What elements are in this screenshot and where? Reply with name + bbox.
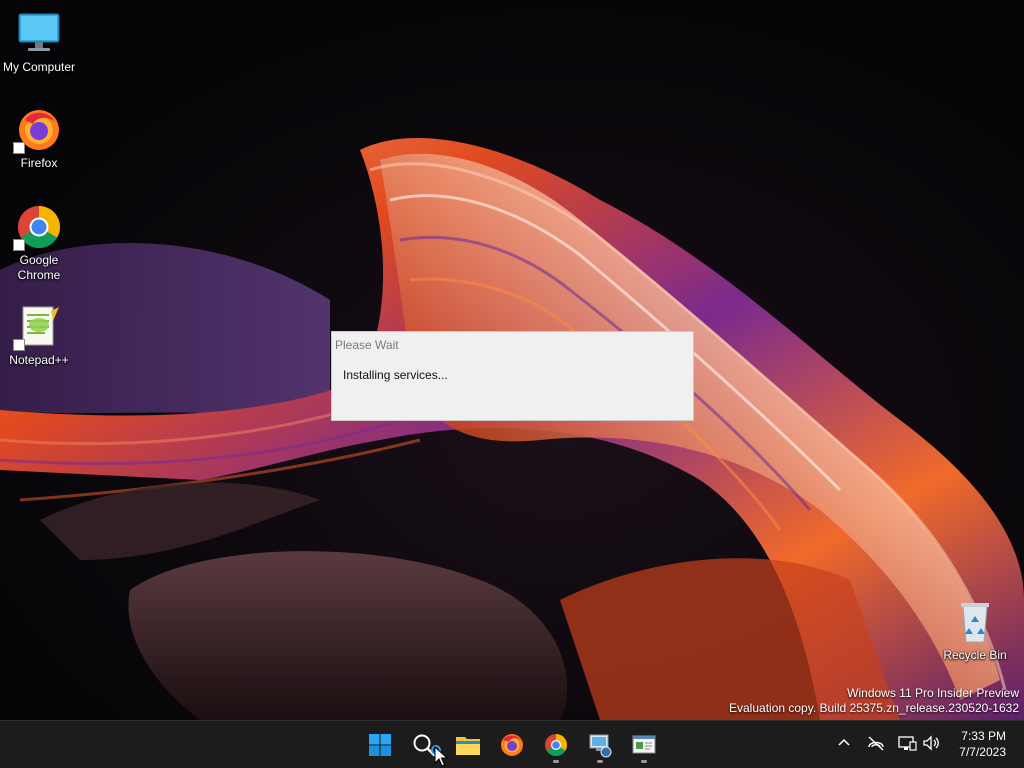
monitor-icon bbox=[18, 13, 60, 51]
desktop-icon-label: My Computer bbox=[2, 60, 76, 74]
start-windows-icon bbox=[369, 734, 391, 756]
please-wait-dialog[interactable]: Please Wait Installing services... bbox=[331, 331, 694, 421]
shortcut-arrow-icon bbox=[13, 339, 25, 351]
desktop-icon-label: Google Chrome bbox=[17, 253, 61, 282]
desktop-icon-recycle-bin[interactable]: Recycle Bin bbox=[937, 598, 1013, 663]
firefox-icon bbox=[501, 734, 523, 756]
desktop-icon-label: Notepad++ bbox=[9, 353, 69, 367]
shortcut-arrow-icon bbox=[13, 239, 25, 251]
taskbar-network-app-button[interactable] bbox=[580, 725, 620, 765]
network-disconnected-icon[interactable] bbox=[866, 733, 886, 753]
watermark-build: Evaluation copy. Build 25375.zn_release.… bbox=[729, 701, 1019, 715]
volume-icon[interactable] bbox=[921, 733, 941, 753]
display-icon[interactable] bbox=[897, 733, 917, 753]
network-manager-icon bbox=[589, 734, 612, 758]
console-window-icon bbox=[632, 735, 656, 754]
taskbar-clock[interactable]: 7:33 PM 7/7/2023 bbox=[959, 728, 1006, 760]
taskbar: 7:33 PM 7/7/2023 bbox=[0, 720, 1024, 768]
taskbar-firefox-button[interactable] bbox=[492, 725, 532, 765]
running-indicator bbox=[597, 760, 603, 763]
watermark-edition: Windows 11 Pro Insider Preview bbox=[847, 686, 1019, 700]
shortcut-arrow-icon bbox=[13, 142, 25, 154]
desktop-icon-notepad-plus-plus[interactable]: Notepad++ bbox=[1, 303, 77, 368]
windows-watermark: Windows 11 Pro Insider Preview Evaluatio… bbox=[729, 686, 1019, 716]
desktop-icon-firefox[interactable]: Firefox bbox=[1, 106, 77, 171]
desktop-icon-google-chrome[interactable]: Google Chrome bbox=[1, 203, 77, 283]
chevron-up-icon[interactable] bbox=[834, 733, 854, 753]
clock-time: 7:33 PM bbox=[961, 729, 1006, 743]
desktop-icon-label: Firefox bbox=[20, 156, 58, 170]
desktop-icon-label: Recycle Bin bbox=[943, 648, 1007, 662]
dialog-message: Installing services... bbox=[343, 368, 448, 382]
running-indicator bbox=[641, 760, 647, 763]
mouse-cursor-icon bbox=[434, 746, 448, 767]
taskbar-file-explorer-button[interactable] bbox=[448, 725, 488, 765]
taskbar-start-button[interactable] bbox=[360, 725, 400, 765]
running-indicator bbox=[553, 760, 559, 763]
clock-date: 7/7/2023 bbox=[959, 745, 1006, 759]
dialog-title: Please Wait bbox=[335, 338, 399, 352]
taskbar-console-button[interactable] bbox=[624, 725, 664, 765]
recycle-bin-icon bbox=[961, 603, 989, 643]
file-explorer-icon bbox=[456, 737, 480, 755]
desktop[interactable]: My Computer Firefox Google Chrome Notepa… bbox=[0, 0, 1024, 720]
desktop-icon-my-computer[interactable]: My Computer bbox=[1, 10, 77, 75]
chrome-icon bbox=[545, 734, 567, 756]
taskbar-chrome-button[interactable] bbox=[536, 725, 576, 765]
